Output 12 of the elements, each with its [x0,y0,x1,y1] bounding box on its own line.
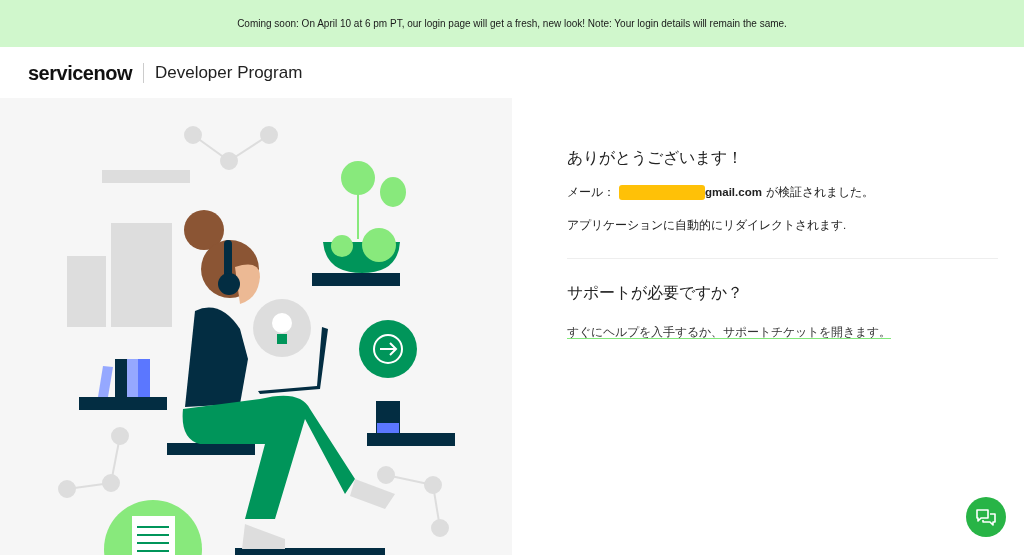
redirect-note: アプリケーションに自動的にリダイレクトされます. [567,218,848,234]
support-link[interactable]: すぐにヘルプを入手するか、サポートチケットを開きます。 [567,325,891,339]
email-address: gmail.com [705,185,762,200]
verified-text: が検証されました。 [765,185,874,200]
announcement-text: Coming soon: On April 10 at 6 pm PT, our login page will get a fresh, new look! Note: Your login details will remain the same. [237,17,787,31]
chat-icon [975,508,997,526]
logo: servicenow [28,60,132,86]
product-name: Developer Program [154,61,303,84]
email-label: メール： [567,185,615,200]
thank-you-heading: ありがとうございます！ [567,148,744,168]
chat-button[interactable] [966,497,1006,537]
support-heading: サポートが必要ですか？ [567,282,744,303]
